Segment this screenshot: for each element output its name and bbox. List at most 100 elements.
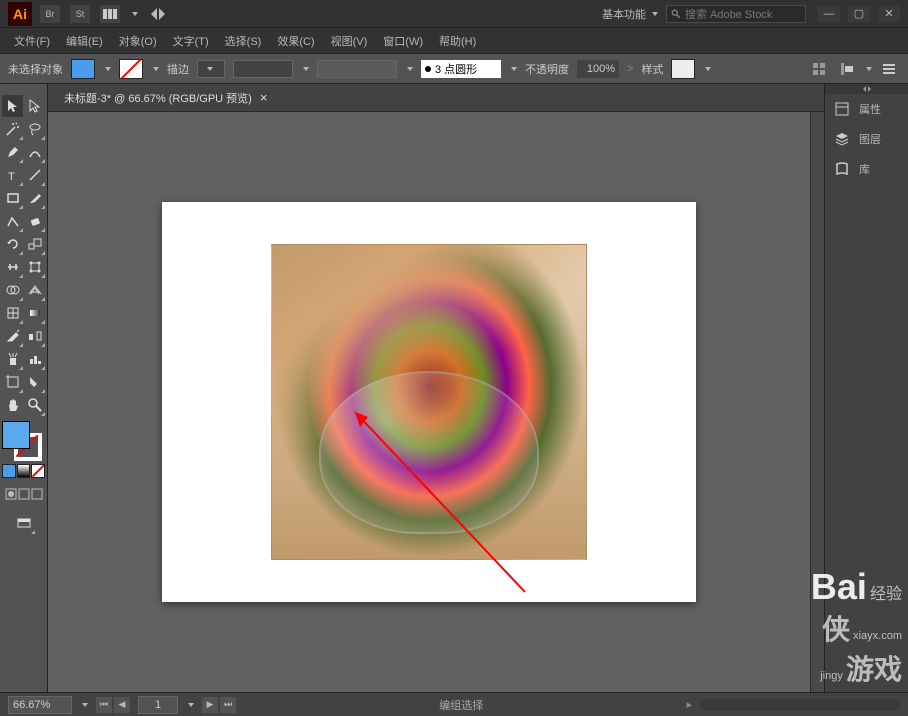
menu-select[interactable]: 选择(S) xyxy=(219,29,268,53)
opacity-input[interactable] xyxy=(577,60,619,78)
selection-tool[interactable] xyxy=(2,95,23,117)
line-tool[interactable] xyxy=(24,164,45,186)
rectangle-tool[interactable] xyxy=(2,187,23,209)
artboard-tool[interactable] xyxy=(2,371,23,393)
blend-tool[interactable] xyxy=(24,325,45,347)
screen-mode-tool[interactable] xyxy=(13,512,35,534)
statusbar: ⏮ ◀ ▶ ⏭ 编组选择 ▸ xyxy=(0,692,908,716)
toolbox: T xyxy=(0,84,48,692)
panel-properties[interactable]: 属性 xyxy=(825,94,908,124)
right-panels: 属性 图层 库 xyxy=(824,84,908,692)
eraser-tool[interactable] xyxy=(24,210,45,232)
minimize-button[interactable]: — xyxy=(818,6,840,22)
hand-tool[interactable] xyxy=(2,394,23,416)
menu-window[interactable]: 窗口(W) xyxy=(377,29,429,53)
stroke-label: 描边 xyxy=(167,61,189,77)
panel-libraries[interactable]: 库 xyxy=(825,154,908,184)
tab-close-button[interactable]: × xyxy=(260,90,268,105)
artboard-number[interactable] xyxy=(138,696,178,714)
bridge-icon[interactable]: Br xyxy=(40,5,60,23)
width-tool[interactable] xyxy=(2,256,23,278)
panel-label: 属性 xyxy=(859,101,881,117)
slice-tool[interactable] xyxy=(24,371,45,393)
lasso-tool[interactable] xyxy=(24,118,45,140)
menu-file[interactable]: 文件(F) xyxy=(8,29,56,53)
stroke-weight-input[interactable] xyxy=(197,60,225,78)
width-profile[interactable]: 3 点圆形 xyxy=(421,60,501,78)
mesh-tool[interactable] xyxy=(2,302,23,324)
control-bar: 未选择对象 描边 3 点圆形 不透明度 > 样式 xyxy=(0,54,908,84)
libraries-icon xyxy=(833,160,851,178)
draw-mode[interactable] xyxy=(2,483,45,505)
stroke-swatch[interactable] xyxy=(119,59,143,79)
opacity-label: 不透明度 xyxy=(525,61,569,77)
workspace-label: 基本功能 xyxy=(602,6,646,22)
workspace-selector[interactable]: 基本功能 xyxy=(594,4,666,24)
stock-icon[interactable]: St xyxy=(70,5,90,23)
menu-view[interactable]: 视图(V) xyxy=(325,29,374,53)
stroke-profile[interactable] xyxy=(233,60,293,78)
artboard xyxy=(162,202,696,602)
color-mode-gradient[interactable] xyxy=(17,464,31,478)
artboard-next[interactable]: ▶ xyxy=(202,697,218,713)
panel-label: 库 xyxy=(859,161,870,177)
magic-wand-tool[interactable] xyxy=(2,118,23,140)
properties-icon xyxy=(833,100,851,118)
free-transform-tool[interactable] xyxy=(24,256,45,278)
curvature-tool[interactable] xyxy=(24,141,45,163)
zoom-tool[interactable] xyxy=(24,394,45,416)
column-graph-tool[interactable] xyxy=(24,348,45,370)
artboard-prev[interactable]: ◀ xyxy=(114,697,130,713)
close-button[interactable]: ✕ xyxy=(878,6,900,22)
type-tool[interactable]: T xyxy=(2,164,23,186)
gpu-icon[interactable] xyxy=(148,5,168,23)
doc-setup-icon[interactable] xyxy=(808,58,830,80)
svg-text:T: T xyxy=(8,171,15,183)
perspective-grid-tool[interactable] xyxy=(24,279,45,301)
gradient-tool[interactable] xyxy=(24,302,45,324)
style-label: 样式 xyxy=(641,61,663,77)
placed-image[interactable] xyxy=(271,244,587,560)
color-mode-solid[interactable] xyxy=(2,464,16,478)
search-placeholder: 搜索 Adobe Stock xyxy=(685,6,772,22)
zoom-input[interactable] xyxy=(8,696,72,714)
symbol-sprayer-tool[interactable] xyxy=(2,348,23,370)
shaper-tool[interactable] xyxy=(2,210,23,232)
color-mode-none[interactable] xyxy=(31,464,45,478)
panel-collapse-toggle[interactable] xyxy=(825,84,908,94)
align-icon[interactable] xyxy=(836,58,858,80)
canvas[interactable] xyxy=(48,112,810,692)
menu-help[interactable]: 帮助(H) xyxy=(433,29,482,53)
prefs-icon[interactable] xyxy=(878,58,900,80)
artboard-last[interactable]: ⏭ xyxy=(220,697,236,713)
direct-selection-tool[interactable] xyxy=(24,95,45,117)
scale-tool[interactable] xyxy=(24,233,45,255)
arrange-icon[interactable] xyxy=(100,5,120,23)
maximize-button[interactable]: ▢ xyxy=(848,6,870,22)
menu-type[interactable]: 文字(T) xyxy=(167,29,215,53)
menubar: 文件(F) 编辑(E) 对象(O) 文字(T) 选择(S) 效果(C) 视图(V… xyxy=(0,28,908,54)
fill-swatch[interactable] xyxy=(71,59,95,79)
menu-edit[interactable]: 编辑(E) xyxy=(60,29,109,53)
shape-builder-tool[interactable] xyxy=(2,279,23,301)
menu-object[interactable]: 对象(O) xyxy=(113,29,163,53)
rotate-tool[interactable] xyxy=(2,233,23,255)
fill-color-box[interactable] xyxy=(2,421,30,449)
fill-stroke-indicator[interactable] xyxy=(2,421,42,461)
artboard-first[interactable]: ⏮ xyxy=(96,697,112,713)
panel-label: 图层 xyxy=(859,131,881,147)
search-input[interactable]: 搜索 Adobe Stock xyxy=(666,5,806,23)
panel-layers[interactable]: 图层 xyxy=(825,124,908,154)
brush-definition[interactable] xyxy=(317,60,397,78)
horizontal-scrollbar[interactable] xyxy=(700,699,900,711)
menu-effect[interactable]: 效果(C) xyxy=(271,29,320,53)
app-icon: Ai xyxy=(8,2,32,26)
eyedropper-tool[interactable] xyxy=(2,325,23,347)
graphic-style[interactable] xyxy=(671,59,695,79)
document-tab[interactable]: 未标题-3* @ 66.67% (RGB/GPU 预览) × xyxy=(56,86,275,110)
vertical-scrollbar[interactable] xyxy=(810,112,824,692)
pen-tool[interactable] xyxy=(2,141,23,163)
paintbrush-tool[interactable] xyxy=(24,187,45,209)
selection-status: 未选择对象 xyxy=(8,61,63,77)
status-mode: 编组选择 xyxy=(244,697,678,713)
